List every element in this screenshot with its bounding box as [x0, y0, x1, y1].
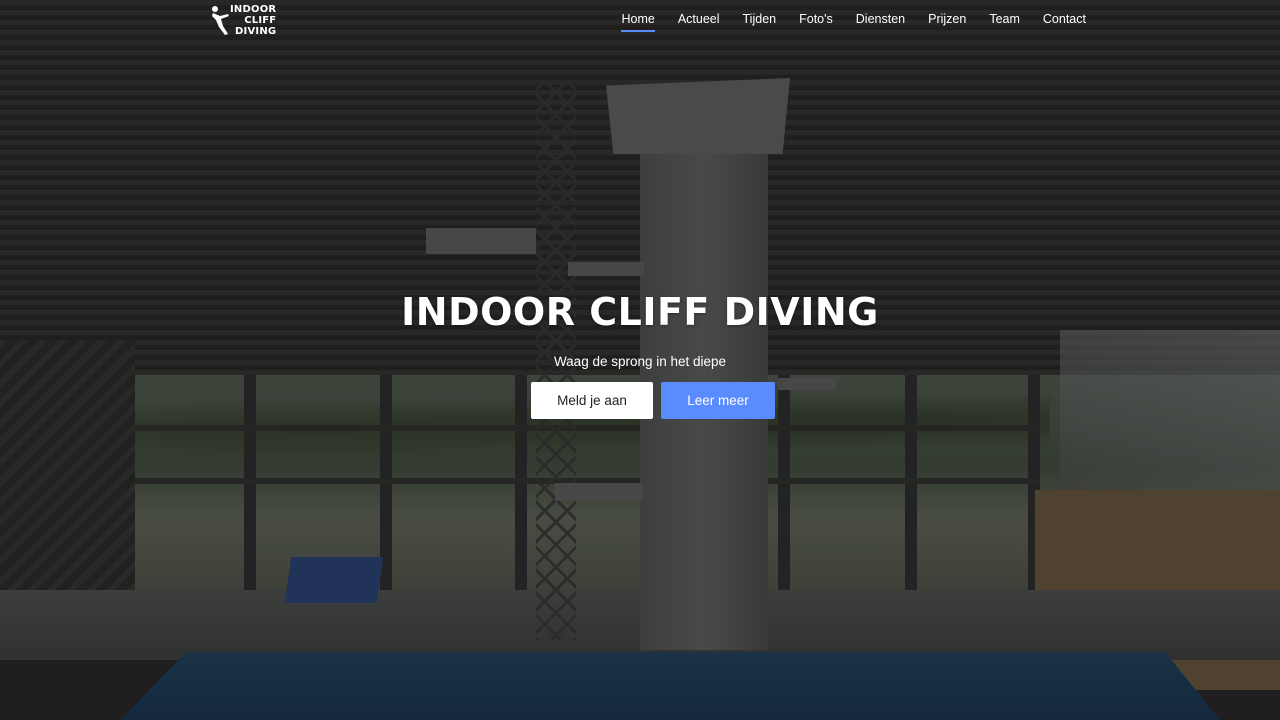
hero-title: INDOOR CLIFF DIVING	[401, 290, 879, 334]
nav-item-fotos[interactable]: Foto's	[799, 12, 833, 30]
nav-item-diensten[interactable]: Diensten	[856, 12, 905, 30]
logo-line: INDOOR	[230, 4, 277, 15]
diver-icon	[212, 6, 229, 35]
hero-section: INDOOR CLIFF DIVING Waag de sprong in he…	[0, 0, 1280, 720]
nav-item-home[interactable]: Home	[621, 12, 656, 32]
sign-up-button[interactable]: Meld je aan	[531, 382, 653, 419]
nav-item-contact[interactable]: Contact	[1043, 12, 1086, 30]
nav-item-team[interactable]: Team	[989, 12, 1020, 30]
logo-wordmark: INDOOR CLIFF DIVING	[230, 4, 276, 37]
site-logo[interactable]: INDOOR CLIFF DIVING	[210, 4, 280, 38]
main-menu: Home Actueel Tijden Foto's Diensten Prij…	[621, 12, 1086, 32]
hero-actions: Meld je aan Leer meer	[531, 382, 775, 419]
logo-line: DIVING	[235, 26, 277, 37]
nav-item-prijzen[interactable]: Prijzen	[928, 12, 966, 30]
logo-line: CLIFF	[244, 15, 277, 26]
learn-more-button[interactable]: Leer meer	[661, 382, 775, 419]
nav-item-tijden[interactable]: Tijden	[743, 12, 777, 30]
top-navigation: INDOOR CLIFF DIVING Home Actueel Tijden …	[0, 0, 1280, 40]
nav-item-actueel[interactable]: Actueel	[678, 12, 720, 30]
hero-subtitle: Waag de sprong in het diepe	[553, 354, 727, 369]
